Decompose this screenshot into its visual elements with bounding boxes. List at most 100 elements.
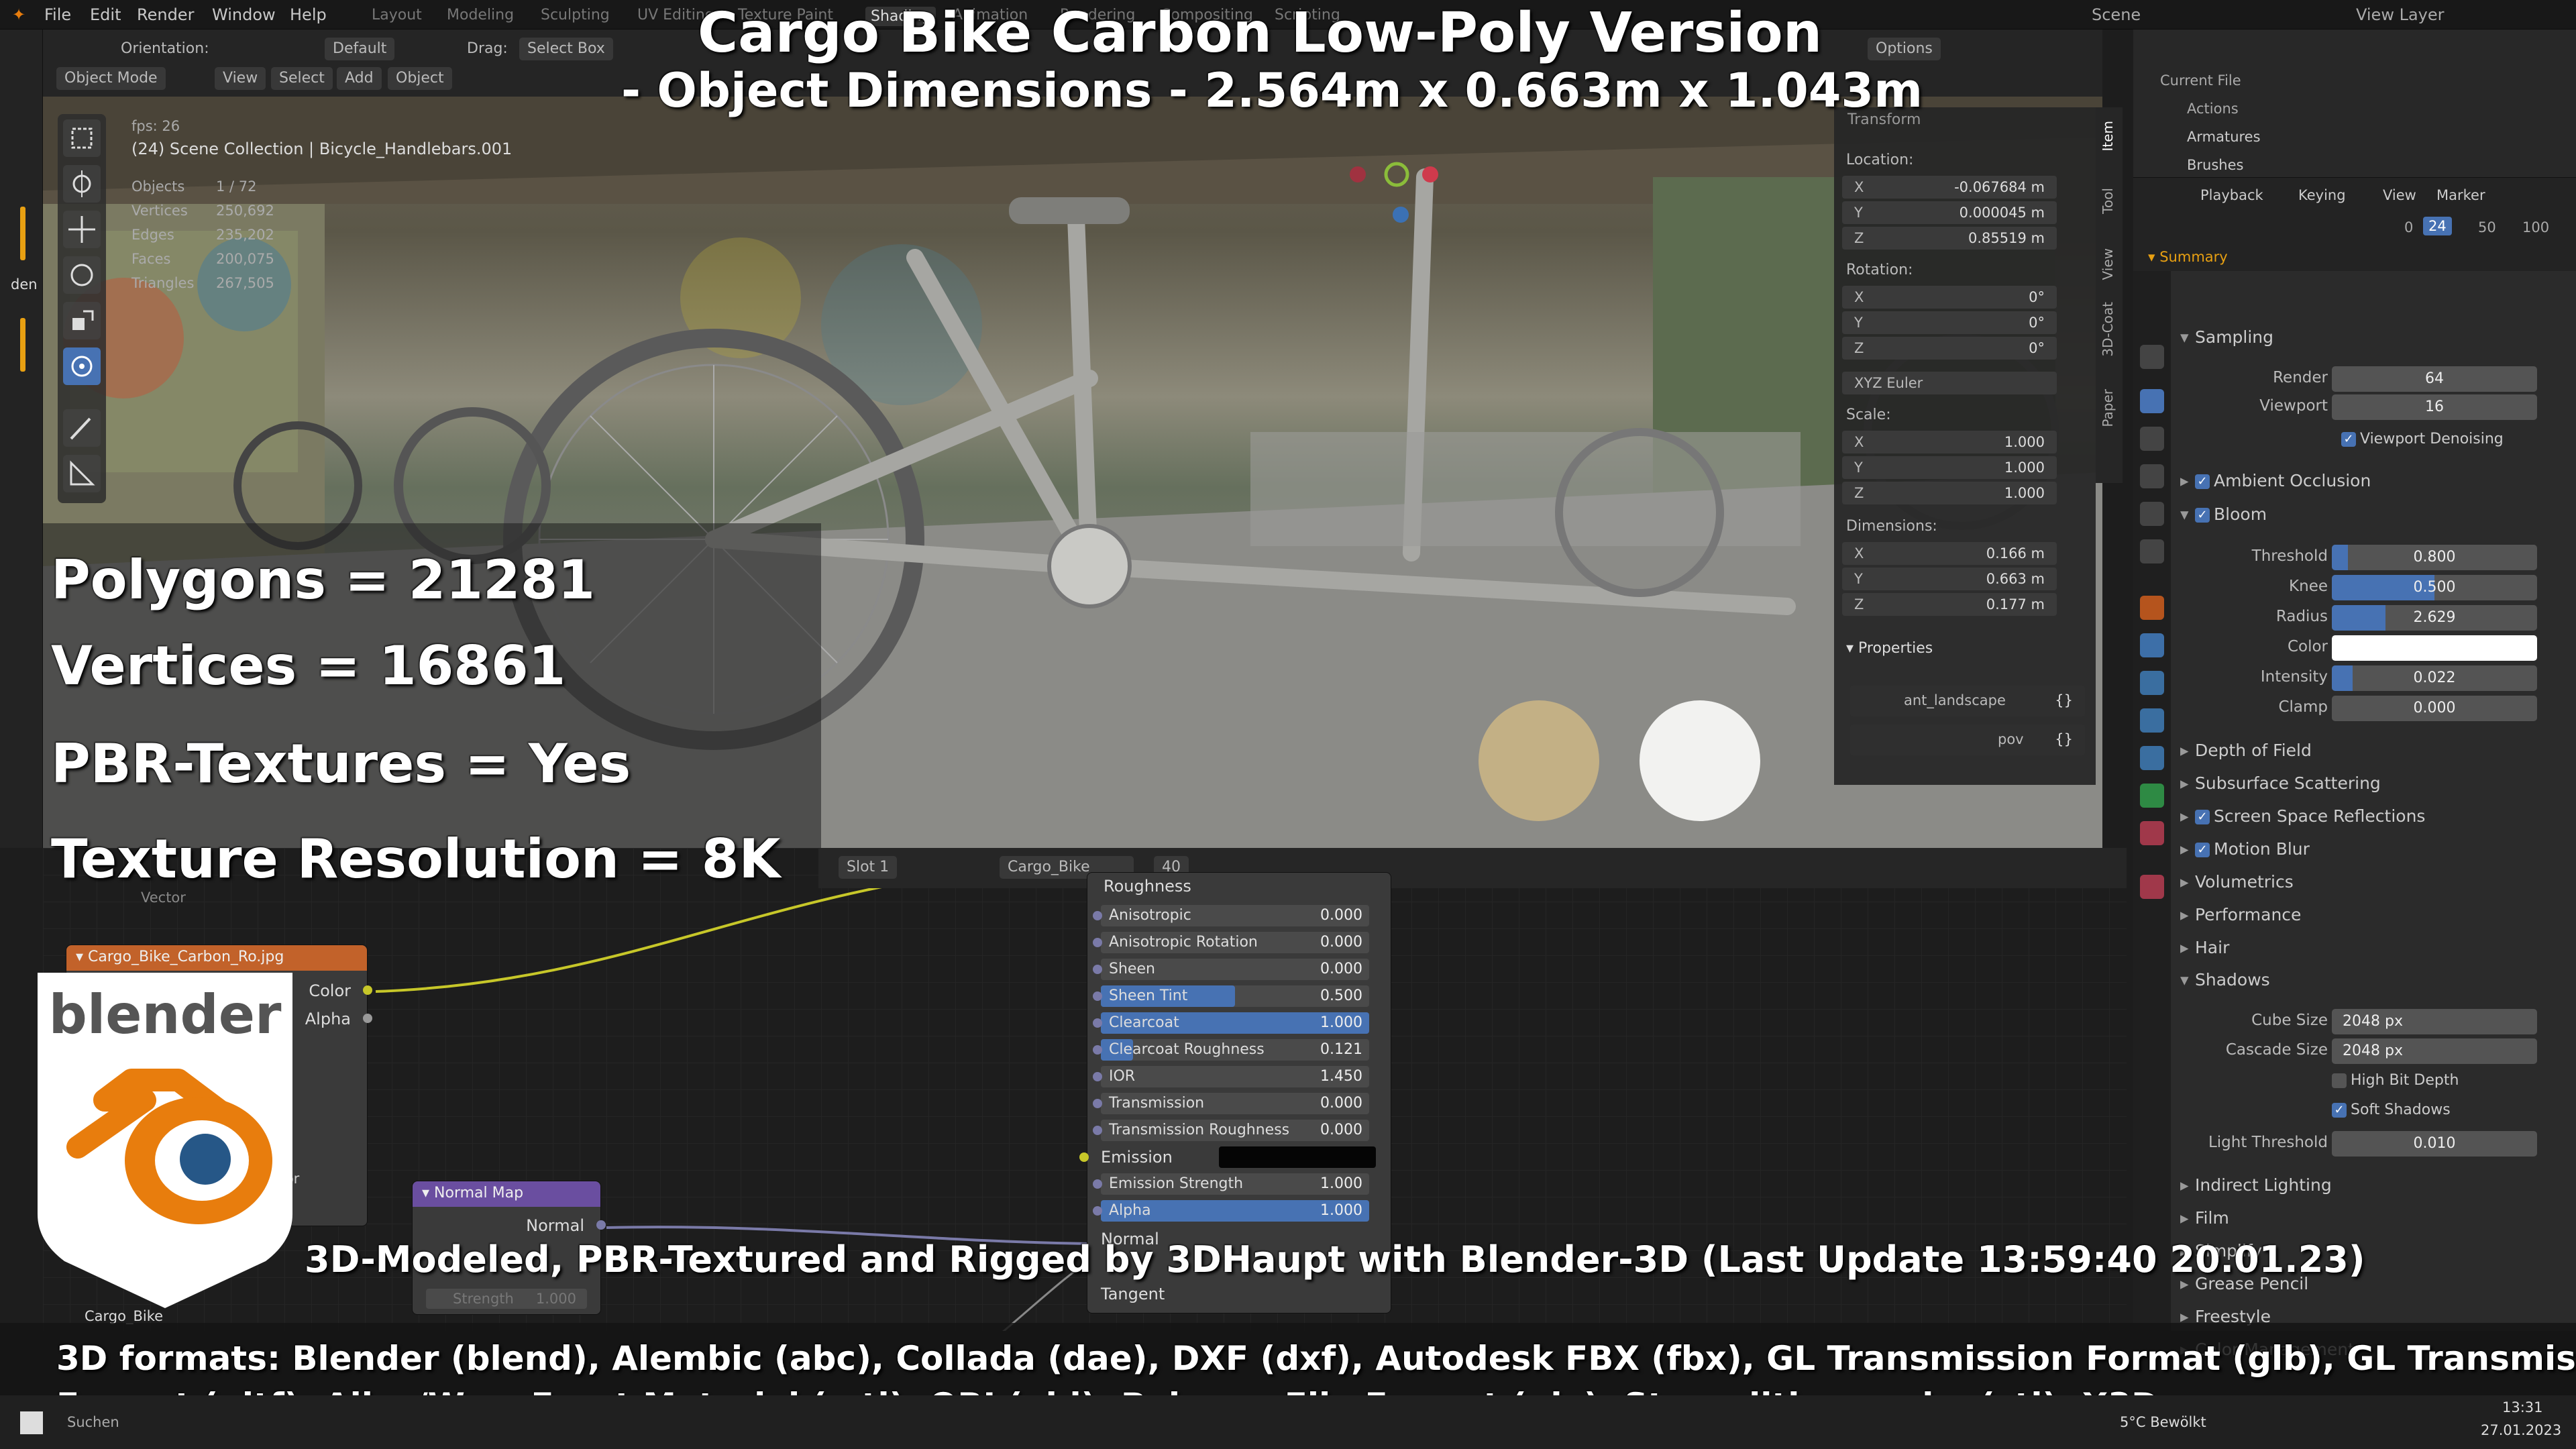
location-x-field[interactable]: X -0.067684 m <box>1842 176 2057 199</box>
section-ambient-occlusion[interactable]: ▸ ✓ Ambient Occlusion <box>2180 471 2371 490</box>
emission-row[interactable]: Emission <box>1079 1146 1392 1168</box>
dimension-y-field[interactable]: Y 0.663 m <box>1842 568 2057 590</box>
current-frame-indicator[interactable]: 24 <box>2423 217 2452 235</box>
taskbar-search[interactable]: Suchen <box>67 1414 119 1430</box>
dimension-z-field[interactable]: Z 0.177 m <box>1842 593 2057 616</box>
viewport-samples-field[interactable]: 16 <box>2332 394 2537 420</box>
summary-label[interactable]: ▾ Summary <box>2148 249 2228 265</box>
section-hair[interactable]: ▸ Hair <box>2180 938 2229 957</box>
transform-tool-icon[interactable] <box>63 347 101 385</box>
texture-tab-icon[interactable] <box>2140 875 2164 899</box>
normal-strength-field[interactable]: Strength 1.000 <box>426 1289 587 1309</box>
material-tab-icon[interactable] <box>2140 821 2164 845</box>
location-z-field[interactable]: Z 0.85519 m <box>1842 227 2057 250</box>
alpha-field[interactable]: Alpha 1.000 <box>1093 1200 1369 1222</box>
data-tab-icon[interactable] <box>2140 784 2164 808</box>
rotation-z-field[interactable]: Z 0° <box>1842 337 2057 360</box>
mode-dropdown[interactable]: Object Mode <box>56 67 166 90</box>
object-menu[interactable]: Object <box>388 67 452 90</box>
rotation-mode-dropdown[interactable]: XYZ Euler <box>1842 372 2057 394</box>
orientation-dropdown[interactable]: Default <box>325 38 395 60</box>
view-layer-tab-icon[interactable] <box>2140 464 2164 488</box>
scene-tab-icon[interactable] <box>2140 502 2164 526</box>
viewport-denoising-checkbox[interactable]: ✓ Viewport Denoising <box>2341 431 2504 447</box>
alpha-output-socket[interactable] <box>363 1014 372 1023</box>
menu-edit[interactable]: Edit <box>90 5 121 24</box>
playback-menu[interactable]: Playback <box>2200 187 2263 203</box>
section-shadows[interactable]: ▾ Shadows <box>2180 970 2270 989</box>
constraints-tab-icon[interactable] <box>2140 746 2164 770</box>
keying-menu[interactable]: Keying <box>2298 187 2346 203</box>
location-y-field[interactable]: Y 0.000045 m <box>1842 201 2057 224</box>
section-motion-blur[interactable]: ▸ ✓ Motion Blur <box>2180 839 2310 859</box>
particles-tab-icon[interactable] <box>2140 671 2164 695</box>
section-volumetrics[interactable]: ▸ Volumetrics <box>2180 872 2294 892</box>
world-tab-icon[interactable] <box>2140 539 2164 564</box>
bsdf-field-sheen-tint[interactable]: Sheen Tint 0.500 <box>1093 985 1369 1007</box>
bsdf-field-transmission-roughness[interactable]: Transmission Roughness 0.000 <box>1093 1120 1369 1141</box>
tab-3d-coat[interactable]: 3D-Coat <box>2100 302 2116 357</box>
scale-z-field[interactable]: Z 1.000 <box>1842 482 2057 504</box>
slot-dropdown[interactable]: Slot 1 <box>839 856 898 879</box>
modifier-tab-icon[interactable] <box>2140 633 2164 657</box>
physics-tab-icon[interactable] <box>2140 708 2164 733</box>
section-bloom[interactable]: ▾ ✓ Bloom <box>2180 504 2267 524</box>
outliner-item-brushes[interactable]: Brushes <box>2187 157 2243 173</box>
workspace-tab-sculpting[interactable]: Sculpting <box>541 7 610 23</box>
bsdf-field-clearcoat-roughness[interactable]: Clearcoat Roughness 0.121 <box>1093 1039 1369 1061</box>
section-depth-of-field[interactable]: ▸ Depth of Field <box>2180 741 2312 760</box>
high-bit-depth-checkbox[interactable]: High Bit Depth <box>2332 1072 2459 1089</box>
bloom-knee-field[interactable]: 0.500 <box>2332 575 2537 600</box>
scene-selector[interactable]: Scene <box>2092 5 2141 24</box>
properties-section-title[interactable]: ▾ Properties <box>1846 640 1933 657</box>
view-layer-selector[interactable]: View Layer <box>2356 5 2445 24</box>
emission-strength-field[interactable]: Emission Strength 1.000 <box>1093 1173 1369 1195</box>
scale-tool-icon[interactable] <box>63 302 101 339</box>
scale-x-field[interactable]: X 1.000 <box>1842 431 2057 453</box>
bsdf-field-clearcoat[interactable]: Clearcoat 1.000 <box>1093 1012 1369 1034</box>
workspace-tab-modeling[interactable]: Modeling <box>447 7 514 23</box>
scale-y-field[interactable]: Y 1.000 <box>1842 456 2057 479</box>
add-menu[interactable]: Add <box>337 67 382 90</box>
menu-help[interactable]: Help <box>290 5 327 24</box>
bloom-color-field[interactable] <box>2332 635 2537 661</box>
cascade-size-dropdown[interactable]: 2048 px <box>2332 1038 2537 1064</box>
normal-output-socket[interactable] <box>596 1220 606 1230</box>
light-threshold-field[interactable]: 0.010 <box>2332 1131 2537 1157</box>
rotate-tool-icon[interactable] <box>63 256 101 294</box>
section-sampling[interactable]: ▾ Sampling <box>2180 327 2273 347</box>
drag-dropdown[interactable]: Select Box <box>519 38 613 60</box>
move-tool-icon[interactable] <box>63 211 101 248</box>
tab-item[interactable]: Item <box>2100 121 2116 152</box>
tab-paper[interactable]: Paper <box>2100 389 2116 427</box>
menu-render[interactable]: Render <box>137 5 194 24</box>
select-box-tool-icon[interactable] <box>63 119 101 157</box>
view-menu-timeline[interactable]: View <box>2383 187 2416 203</box>
color-output-socket[interactable] <box>363 985 372 995</box>
section-film[interactable]: ▸ Film <box>2180 1208 2229 1228</box>
cursor-tool-icon[interactable] <box>63 165 101 203</box>
emission-color-swatch[interactable] <box>1219 1146 1376 1168</box>
annotate-tool-icon[interactable] <box>63 409 101 447</box>
view-menu[interactable]: View <box>215 67 266 90</box>
bsdf-field-anisotropic[interactable]: Anisotropic 0.000 <box>1093 905 1369 926</box>
outliner-item-armatures[interactable]: Armatures <box>2187 129 2261 145</box>
cube-size-dropdown[interactable]: 2048 px <box>2332 1009 2537 1034</box>
blender-menu-icon[interactable]: ✦ <box>12 5 25 24</box>
outliner-item-actions[interactable]: Actions <box>2187 101 2239 117</box>
outliner-item-current-file[interactable]: Current File <box>2160 72 2241 89</box>
soft-shadows-checkbox[interactable]: ✓ Soft Shadows <box>2332 1102 2451 1118</box>
bloom-radius-field[interactable]: 2.629 <box>2332 605 2537 631</box>
menu-file[interactable]: File <box>44 5 71 24</box>
bloom-intensity-field[interactable]: 0.022 <box>2332 665 2537 691</box>
menu-window[interactable]: Window <box>212 5 276 24</box>
bsdf-field-anisotropic-rotation[interactable]: Anisotropic Rotation 0.000 <box>1093 932 1369 953</box>
render-tab-icon[interactable] <box>2140 389 2164 413</box>
custom-prop-pov[interactable]: pov{} <box>1850 724 2085 755</box>
bloom-threshold-field[interactable]: 0.800 <box>2332 545 2537 570</box>
tab-tool[interactable]: Tool <box>2100 188 2116 214</box>
windows-start-icon[interactable] <box>20 1411 43 1434</box>
custom-prop-ant-landscape[interactable]: ant_landscape{} <box>1850 686 2085 716</box>
output-tab-icon[interactable] <box>2140 427 2164 451</box>
section-indirect-lighting[interactable]: ▸ Indirect Lighting <box>2180 1175 2332 1195</box>
